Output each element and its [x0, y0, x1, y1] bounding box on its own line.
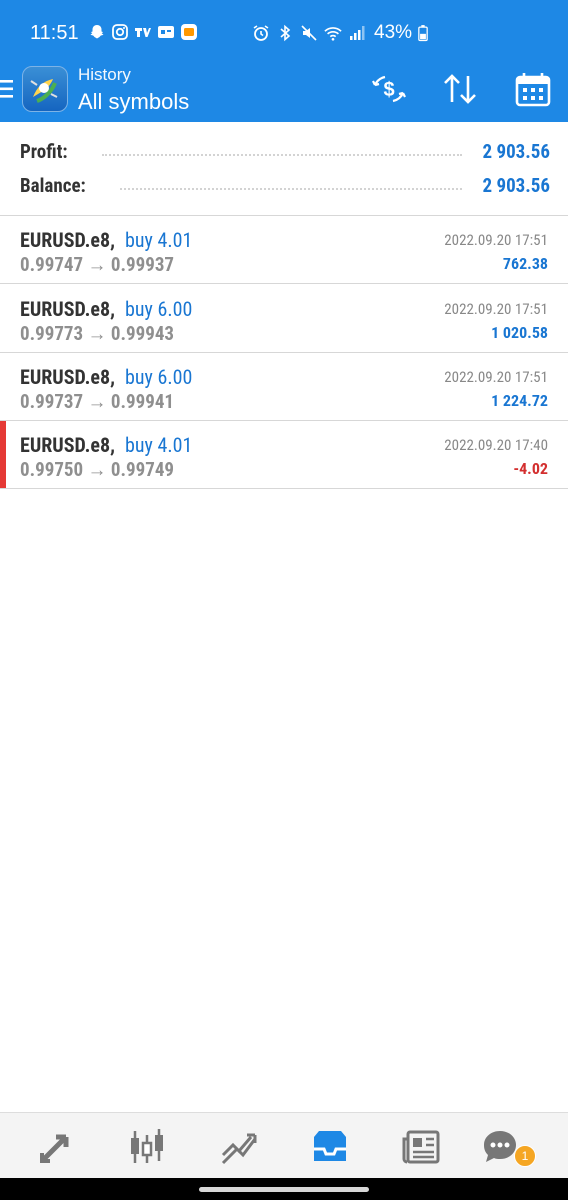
- deal-profit: -4.02: [513, 459, 548, 478]
- signal-icon: [350, 26, 365, 40]
- deal-prices: 0.99773 → 0.99943: [20, 322, 175, 345]
- chat-badge: 1: [514, 1145, 536, 1167]
- deal-prices: 0.99737 → 0.99941: [20, 390, 175, 413]
- wifi-icon: [324, 27, 342, 41]
- profit-label: Profit:: [20, 140, 68, 163]
- deal-side-volume: buy 6.00: [125, 297, 193, 321]
- snapchat-icon: [90, 25, 104, 39]
- app-logo-icon: [22, 66, 68, 112]
- app-notification-icon: [158, 26, 174, 38]
- screen-subtitle: History: [78, 65, 131, 84]
- screen-title[interactable]: All symbols: [78, 89, 189, 115]
- currency-exchange-icon[interactable]: $: [370, 70, 408, 108]
- calendar-icon[interactable]: [514, 70, 552, 108]
- news-icon[interactable]: [402, 1127, 442, 1167]
- gesture-bar: [0, 1178, 568, 1200]
- home-gesture-handle[interactable]: [199, 1187, 369, 1192]
- menu-icon[interactable]: [0, 78, 14, 100]
- deal-symbol: EURUSD.e8,: [20, 228, 115, 252]
- chart-candles-icon[interactable]: [127, 1127, 167, 1167]
- bottom-navigation: [0, 1112, 568, 1179]
- deal-time: 2022.09.20 17:51: [444, 231, 548, 249]
- deal-row[interactable]: EURUSD.e8, buy 4.01 0.99750 → 0.99749 20…: [0, 421, 568, 489]
- deal-row[interactable]: EURUSD.e8, buy 6.00 0.99773 → 0.99943 20…: [0, 285, 568, 353]
- mute-icon: [301, 25, 317, 41]
- system-icons: 43%: [252, 22, 428, 44]
- deal-time: 2022.09.20 17:51: [444, 368, 548, 386]
- battery-icon: [418, 25, 428, 42]
- alarm-icon: [253, 25, 269, 41]
- deal-time: 2022.09.20 17:40: [444, 436, 548, 454]
- balance-row: Balance: 2 903.56: [20, 170, 550, 200]
- bluetooth-icon: [280, 24, 291, 42]
- notification-icons: [88, 23, 198, 41]
- balance-value: 2 903.56: [482, 174, 550, 197]
- calculator-app-icon: [181, 24, 197, 40]
- deal-row[interactable]: EURUSD.e8, buy 6.00 0.99737 → 0.99941 20…: [0, 353, 568, 421]
- deal-side-volume: buy 4.01: [125, 433, 193, 457]
- deal-profit: 762.38: [502, 254, 548, 273]
- deal-prices: 0.99750 → 0.99749: [20, 458, 175, 481]
- deal-prices: 0.99747 → 0.99937: [20, 253, 175, 276]
- profit-value: 2 903.56: [482, 140, 550, 163]
- deal-side-volume: buy 4.01: [125, 228, 193, 252]
- loss-marker: [0, 421, 6, 488]
- app-bar: History All symbols $: [0, 56, 568, 122]
- deal-symbol: EURUSD.e8,: [20, 433, 115, 457]
- sort-icon[interactable]: [441, 70, 479, 108]
- deal-row[interactable]: EURUSD.e8, buy 4.01 0.99747 → 0.99937 20…: [0, 216, 568, 284]
- instagram-icon: [112, 24, 128, 40]
- quotes-icon[interactable]: [36, 1127, 76, 1167]
- dotted-leader: [120, 188, 462, 190]
- battery-percent: 43%: [374, 22, 413, 43]
- deal-side-volume: buy 6.00: [125, 365, 193, 389]
- balance-label: Balance:: [20, 174, 86, 197]
- dotted-leader: [102, 154, 462, 156]
- tradingview-icon: [135, 28, 151, 37]
- deal-profit: 1 020.58: [491, 323, 548, 342]
- deal-time: 2022.09.20 17:51: [444, 300, 548, 318]
- history-summary: Profit: 2 903.56 Balance: 2 903.56: [0, 122, 568, 216]
- deal-symbol: EURUSD.e8,: [20, 297, 115, 321]
- chat-icon[interactable]: [480, 1127, 520, 1167]
- status-time: 11:51: [30, 22, 79, 44]
- deal-symbol: EURUSD.e8,: [20, 365, 115, 389]
- trade-icon[interactable]: [219, 1127, 259, 1167]
- deal-profit: 1 224.72: [491, 391, 548, 410]
- status-bar: 11:51 43%: [0, 0, 568, 56]
- svg-text:$: $: [383, 79, 394, 101]
- profit-row: Profit: 2 903.56: [20, 136, 550, 166]
- history-inbox-icon[interactable]: [310, 1127, 350, 1167]
